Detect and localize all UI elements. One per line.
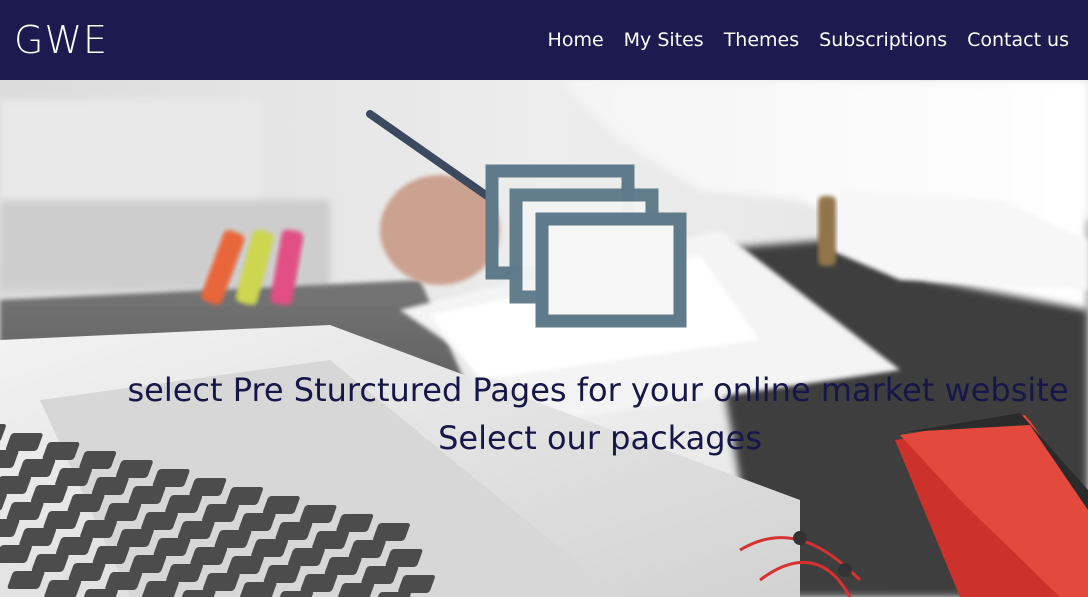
page: GWE Home My Sites Themes Subscriptions C… <box>0 0 1088 597</box>
nav-link-my-sites[interactable]: My Sites <box>624 28 704 52</box>
nav-link-contact-us[interactable]: Contact us <box>967 28 1069 52</box>
hero-section: select Pre Sturctured Pages for your onl… <box>0 80 1088 597</box>
hero-background-image <box>0 80 1088 597</box>
brand-logo[interactable]: GWE <box>14 18 108 62</box>
nav-link-home[interactable]: Home <box>548 28 604 52</box>
navbar: GWE Home My Sites Themes Subscriptions C… <box>0 0 1088 80</box>
nav-menu: Home My Sites Themes Subscriptions Conta… <box>548 28 1069 52</box>
nav-link-subscriptions[interactable]: Subscriptions <box>819 28 947 52</box>
hero-subtitle[interactable]: Select our packages <box>0 418 1088 458</box>
hero-tagline: select Pre Sturctured Pages for your onl… <box>127 371 1069 409</box>
nav-link-themes[interactable]: Themes <box>724 28 799 52</box>
pages-stack-icon <box>485 164 687 328</box>
